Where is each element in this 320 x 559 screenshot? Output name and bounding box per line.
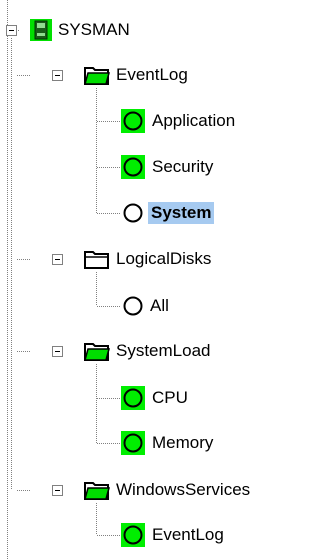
- tree-node-systemload[interactable]: SystemLoad: [84, 339, 214, 363]
- tree-node-logicaldisks[interactable]: LogicalDisks: [84, 247, 214, 271]
- tree-node-cpu[interactable]: CPU: [121, 386, 191, 410]
- tree-node-label: LogicalDisks: [116, 249, 212, 268]
- tree-node-label: EventLog: [152, 525, 224, 544]
- collapse-toggle-sysman[interactable]: [6, 25, 17, 36]
- tree-node-security[interactable]: Security: [121, 155, 216, 179]
- status-unknown-icon: [123, 203, 143, 223]
- tree-node-system[interactable]: System: [121, 201, 215, 225]
- tree-node-label: CPU: [152, 388, 188, 407]
- status-ok-icon: [121, 523, 145, 547]
- folder-closed-icon: [84, 251, 109, 269]
- status-ok-icon: [121, 386, 145, 410]
- tree-node-all[interactable]: All: [121, 294, 172, 318]
- tree-node-label: All: [150, 296, 169, 315]
- tree-node-eventlog[interactable]: EventLog: [84, 63, 191, 87]
- tree-node-sysman[interactable]: SYSMAN: [30, 18, 133, 42]
- tree-node-memory[interactable]: Memory: [121, 431, 216, 455]
- tree-node-label: EventLog: [116, 65, 188, 84]
- collapse-toggle-windowsservices[interactable]: [52, 485, 63, 496]
- collapse-toggle-logicaldisks[interactable]: [52, 254, 63, 265]
- status-unknown-icon: [123, 296, 143, 316]
- folder-open-icon: [84, 482, 110, 500]
- tree-node-label: SYSMAN: [58, 20, 130, 39]
- computer-icon: [30, 19, 52, 41]
- tree-node-application[interactable]: Application: [121, 109, 238, 133]
- folder-open-icon: [84, 343, 110, 361]
- tree-node-label: Security: [152, 157, 214, 176]
- tree-node-eventlog-service[interactable]: EventLog: [121, 523, 227, 547]
- status-ok-icon: [121, 431, 145, 455]
- status-ok-icon: [121, 155, 145, 179]
- tree-node-label: SystemLoad: [116, 341, 211, 360]
- tree-node-label-selected: System: [148, 202, 215, 224]
- tree-node-windowsservices[interactable]: WindowsServices: [84, 478, 253, 502]
- tree-node-label: WindowsServices: [116, 480, 251, 499]
- status-ok-icon: [121, 109, 145, 133]
- collapse-toggle-eventlog[interactable]: [52, 70, 63, 81]
- folder-open-icon: [84, 67, 110, 85]
- tree-node-label: Application: [152, 111, 236, 130]
- tree-node-label: Memory: [152, 433, 214, 452]
- collapse-toggle-systemload[interactable]: [52, 346, 63, 357]
